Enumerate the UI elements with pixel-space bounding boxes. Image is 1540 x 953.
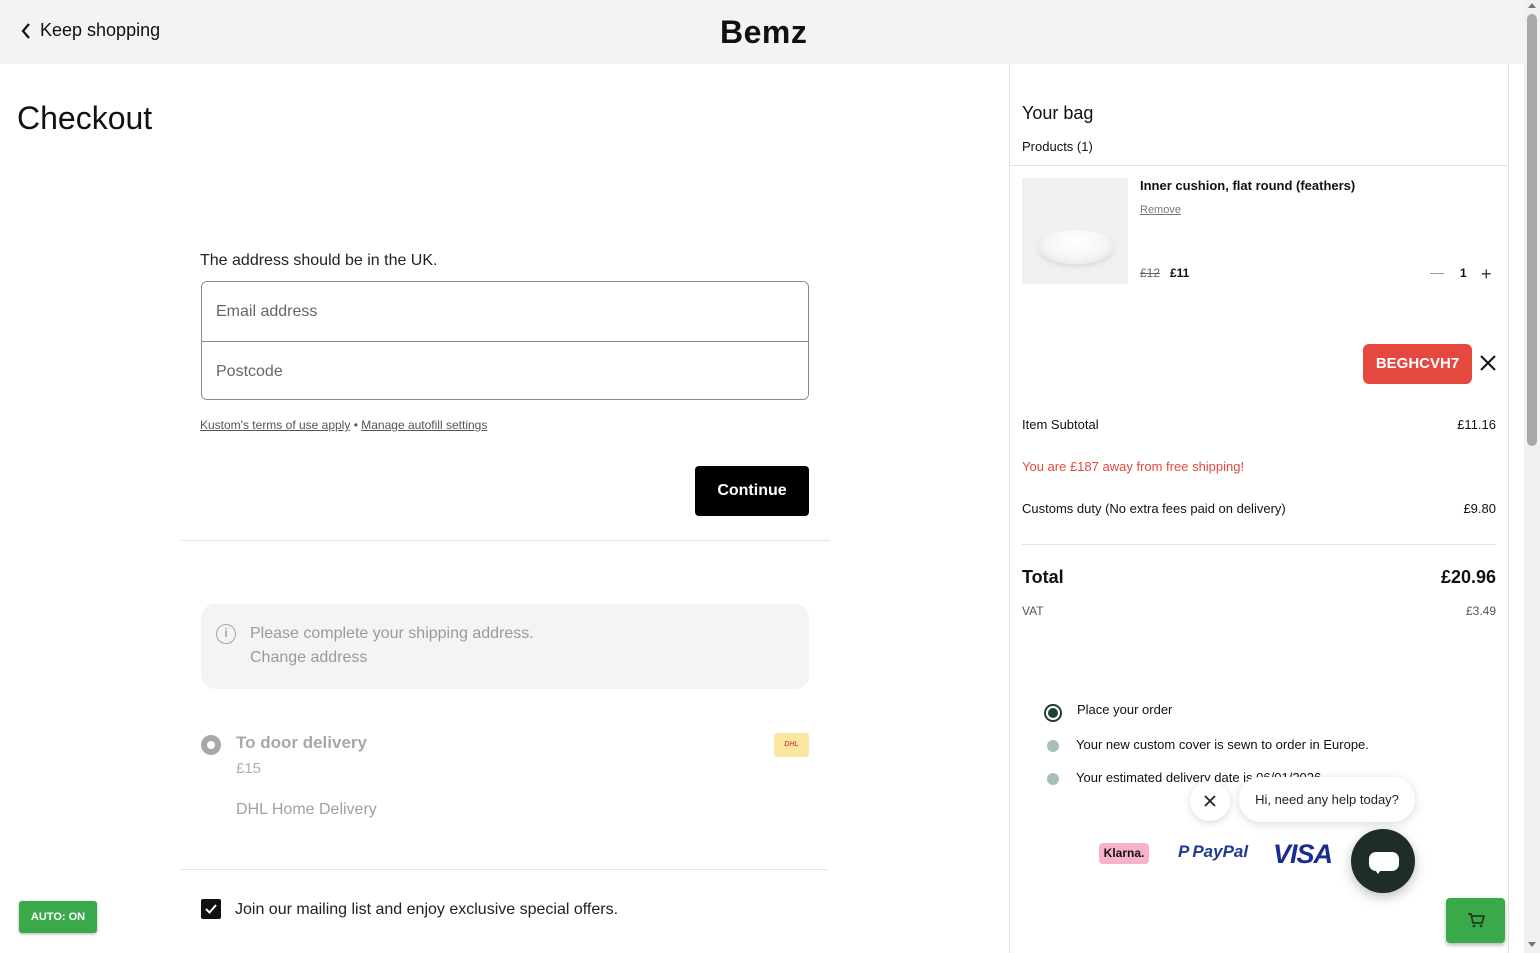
brand-logo[interactable]: Bemz [720,14,807,51]
cart-icon [1468,913,1485,928]
address-note: The address should be in the UK. [200,252,438,269]
page-scrollbar[interactable] [1524,0,1540,953]
step-dot [1047,740,1059,752]
customs-value: £9.80 [1463,501,1496,516]
scroll-down-arrow[interactable] [1528,942,1536,947]
cart-button[interactable] [1446,898,1505,943]
shipping-option-method: DHL Home Delivery [236,801,377,818]
visa-logo: VISA [1273,839,1333,869]
postcode-field[interactable] [202,342,808,399]
subtotal-value: £11.16 [1457,417,1496,432]
autofill-settings-link[interactable]: Manage autofill settings [361,418,487,432]
order-step: Your new custom cover is sewn to order i… [1076,737,1369,752]
email-field[interactable] [202,282,808,341]
original-price: £12 [1140,266,1161,280]
scroll-up-arrow[interactable] [1528,3,1536,8]
remove-item-link[interactable]: Remove [1140,204,1181,216]
quantity-increase-button[interactable]: + [1481,265,1492,283]
vat-value: £3.49 [1465,604,1496,618]
products-count: Products (1) [1022,139,1093,154]
address-form [201,281,809,400]
checkout-page: Keep shopping Bemz Checkout The address … [0,0,1540,953]
step-dot [1047,773,1059,785]
product-image [1022,178,1128,284]
quantity-decrease-button[interactable] [1430,273,1444,274]
coupon-code-badge: BEGHCVH7 [1363,344,1472,384]
paypal-label: PayPal [1192,842,1249,861]
chat-greeting-bubble[interactable]: Hi, need any help today? [1239,777,1415,822]
continue-button[interactable]: Continue [695,466,809,516]
remove-coupon-icon[interactable] [1478,353,1498,373]
auto-toggle-badge[interactable]: AUTO: ON [19,901,97,933]
customs-label: Customs duty (No extra fees paid on deli… [1022,501,1286,516]
keep-shopping-link[interactable]: Keep shopping [20,20,160,41]
mailing-list-checkbox[interactable] [201,899,221,919]
chat-close-button[interactable] [1190,781,1230,821]
paypal-icon: P [1178,842,1190,861]
mailing-list-label: Join our mailing list and enjoy exclusiv… [235,901,619,918]
cushion-image [1038,230,1114,264]
top-bar: Keep shopping Bemz [0,0,1524,64]
chevron-left-icon [21,22,30,39]
sale-price: £11 [1170,266,1190,280]
bag-title: Your bag [1022,103,1094,123]
close-icon [1204,795,1216,807]
total-value: £20.96 [1440,567,1496,587]
scrollbar-thumb[interactable] [1527,14,1537,446]
vat-label: VAT [1022,604,1044,618]
divider [181,869,828,870]
divider [181,540,830,541]
terms-link[interactable]: Kustom's terms of use apply [200,418,350,432]
subtotal-label: Item Subtotal [1022,417,1099,432]
quantity-value: 1 [1460,266,1467,280]
step-dot-active [1044,704,1062,722]
product-name: Inner cushion, flat round (feathers) [1140,178,1356,193]
notice-text: Please complete your shipping address. [250,625,534,642]
shipping-notice: i Please complete your shipping address.… [201,604,809,689]
terms-separator: • [353,418,358,432]
page-title: Checkout [17,100,153,136]
dhl-logo: DHL [774,733,809,757]
terms-row: Kustom's terms of use apply • Manage aut… [200,418,487,432]
divider [1010,165,1508,166]
chat-icon-tail [1373,867,1383,874]
total-label: Total [1022,567,1064,587]
paypal-logo: P PayPal [1178,842,1248,862]
chat-launcher-button[interactable] [1351,829,1415,893]
shipping-option-radio[interactable] [201,735,221,755]
free-shipping-message: You are £187 away from free shipping! [1022,459,1245,474]
divider [1022,544,1496,545]
change-address-link[interactable]: Change address [250,649,367,667]
order-step: Place your order [1077,702,1173,717]
klarna-logo: Klarna. [1099,843,1149,864]
info-icon: i [216,624,236,644]
checkmark-icon [205,904,217,914]
shipping-option-price: £15 [236,760,262,777]
keep-shopping-label: Keep shopping [40,20,161,40]
shipping-option-name: To door delivery [236,733,367,752]
